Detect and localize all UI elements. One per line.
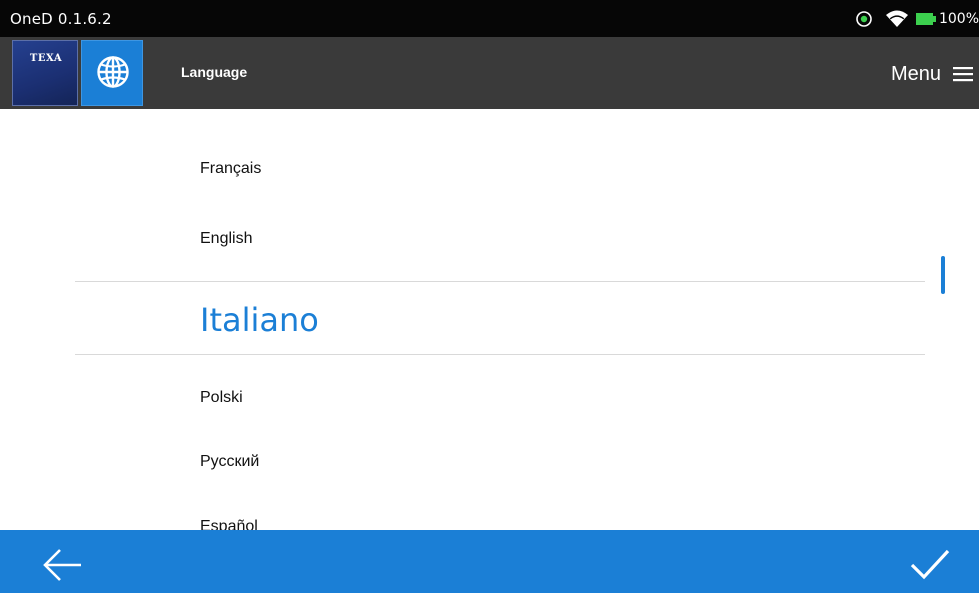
language-item-polski[interactable]: Polski [200,389,243,407]
app-version: OneD 0.1.6.2 [10,10,112,28]
hamburger-icon [953,67,973,82]
selection-divider-top [75,281,925,282]
checkmark-icon [910,549,950,580]
language-screen: OneD 0.1.6.2 100% TEXA Language Menu Fra… [0,0,979,593]
language-item-espanol[interactable]: Español [200,518,258,530]
globe-icon [97,56,129,88]
language-item-english[interactable]: English [200,230,252,248]
bottom-action-bar [0,530,979,593]
logo-text: TEXA [29,53,63,64]
battery-level: 100% [938,11,979,27]
scroll-indicator[interactable] [941,256,945,294]
language-item-russian[interactable]: Русский [200,453,259,471]
texa-logo: TEXA [12,40,78,106]
language-list[interactable]: Français English Italiano Polski Русский… [0,109,979,530]
battery-icon [915,13,936,25]
back-button[interactable] [38,545,88,585]
menu-button[interactable]: Menu [891,61,973,87]
status-bar: OneD 0.1.6.2 100% [0,0,979,37]
app-header: TEXA Language Menu [0,37,979,109]
status-icons: 100% [854,9,979,29]
page-title: Language [181,64,248,80]
confirm-button[interactable] [908,545,958,585]
arrow-left-icon [43,549,81,581]
language-section-icon [81,40,143,106]
wifi-icon [885,10,908,27]
language-item-francais[interactable]: Français [200,160,261,178]
language-item-italiano-selected[interactable]: Italiano [200,301,319,339]
menu-label: Menu [890,62,941,85]
location-icon [856,11,872,27]
selection-divider-bottom [75,354,925,355]
